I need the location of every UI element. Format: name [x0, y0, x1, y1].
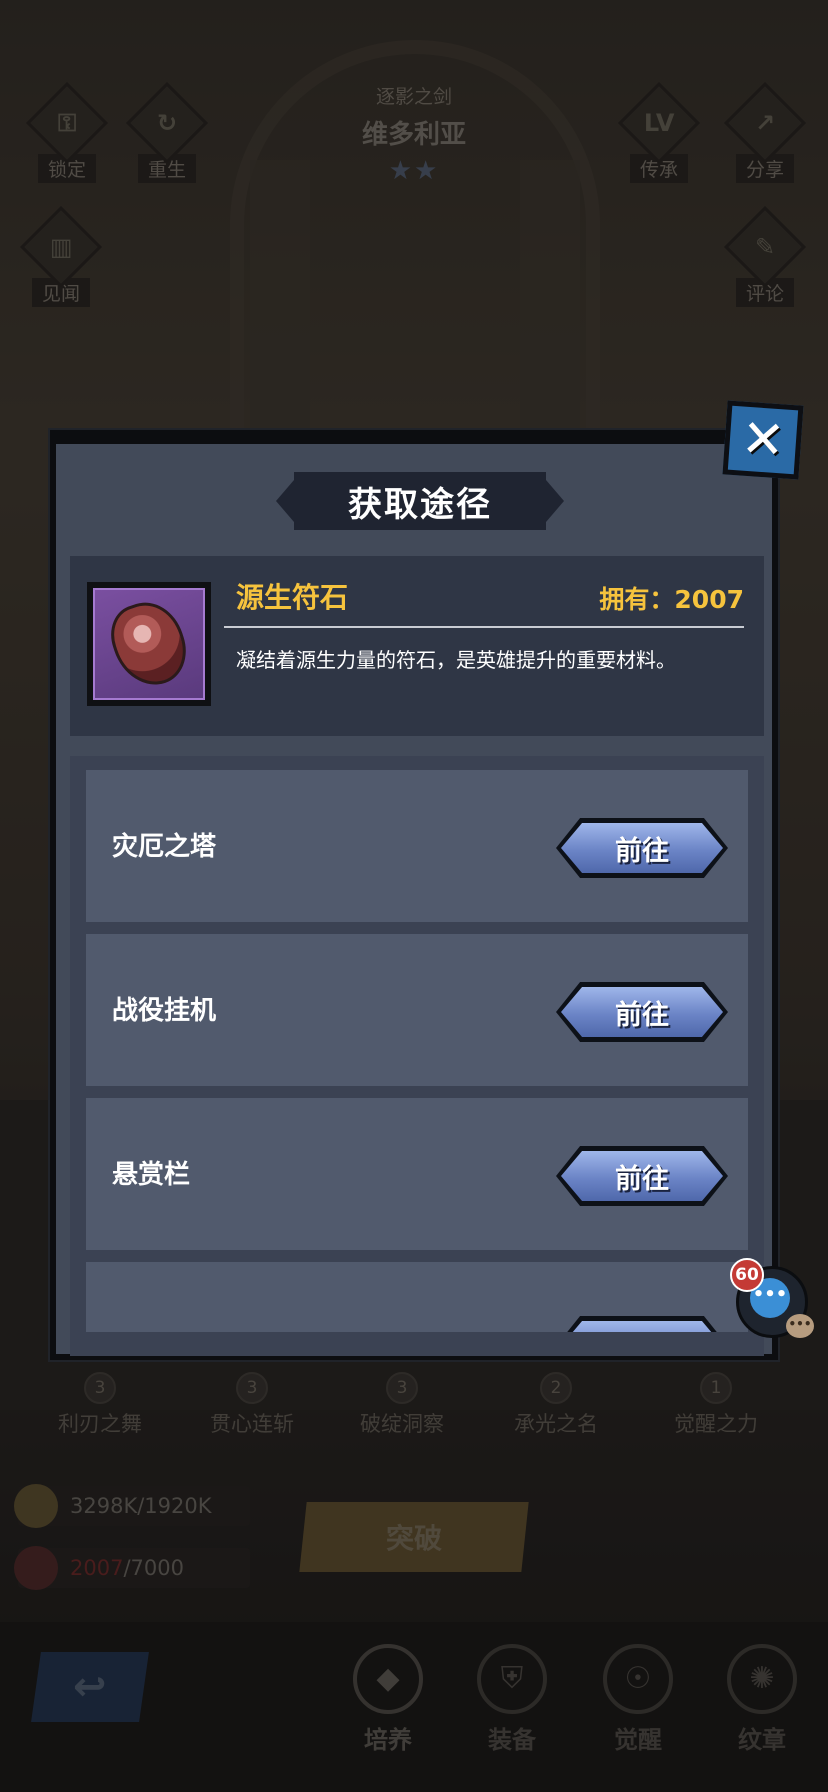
- goto-button[interactable]: [556, 1316, 728, 1356]
- source-row: 悬赏栏 前往: [86, 1098, 748, 1250]
- chat-badge: 60: [730, 1258, 764, 1292]
- close-button[interactable]: ✕: [722, 400, 804, 480]
- chat-mini-icon: •••: [786, 1314, 814, 1338]
- rune-stone-icon: [102, 593, 196, 695]
- chat-button[interactable]: ••• 60 •••: [730, 1258, 814, 1342]
- goto-label: 前往: [615, 999, 669, 1031]
- goto-label: 前往: [615, 835, 669, 867]
- modal-title-bar: 获取途径: [276, 472, 564, 530]
- acquire-modal: 获取途径 源生符石 拥有：2007 凝结着源生力量的符石，是英雄提升的重要材料。…: [50, 430, 778, 1360]
- item-icon-frame: [87, 582, 211, 706]
- source-name: 战役挂机: [112, 996, 217, 1026]
- goto-button[interactable]: 前往: [556, 982, 728, 1042]
- source-name: 灾厄之塔: [112, 832, 217, 862]
- source-row: 灾厄之塔 前往: [86, 770, 748, 922]
- source-row: [86, 1262, 748, 1356]
- goto-button[interactable]: 前往: [556, 818, 728, 878]
- item-info-panel: 源生符石 拥有：2007 凝结着源生力量的符石，是英雄提升的重要材料。: [70, 556, 764, 736]
- goto-button[interactable]: 前往: [556, 1146, 728, 1206]
- item-divider: [224, 626, 744, 628]
- item-name: 源生符石: [236, 581, 349, 614]
- source-list[interactable]: 灾厄之塔 前往 战役挂机 前往 悬赏栏 前往: [70, 756, 764, 1356]
- close-icon: ✕: [739, 408, 787, 472]
- source-name: 悬赏栏: [112, 1160, 191, 1190]
- item-owned-count: 拥有：2007: [599, 585, 744, 614]
- goto-label: 前往: [615, 1163, 669, 1195]
- source-row: 战役挂机 前往: [86, 934, 748, 1086]
- modal-title: 获取途径: [348, 484, 492, 525]
- item-description: 凝结着源生力量的符石，是英雄提升的重要材料。: [236, 648, 676, 672]
